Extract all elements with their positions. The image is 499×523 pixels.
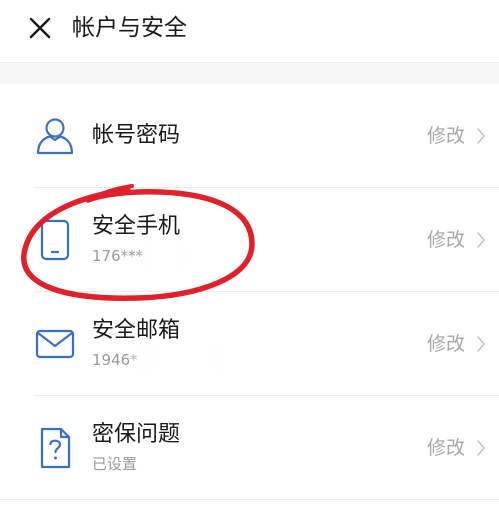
edit-link[interactable]: 修改 (427, 435, 465, 461)
settings-item-title: 安全邮箱 (92, 318, 181, 343)
section-divider (0, 63, 499, 84)
settings-item-security-email[interactable]: 安全邮箱 1946* 修改 (0, 292, 499, 396)
edit-link[interactable]: 修改 (427, 331, 465, 357)
edit-link[interactable]: 修改 (427, 227, 465, 253)
settings-item-title: 帐号密码 (92, 123, 181, 148)
settings-item-subtitle: 176*** (92, 247, 144, 265)
settings-item-security-phone[interactable]: 安全手机 176*** 修改 (0, 188, 499, 292)
account-security-page: 帐户与安全 帐号密码 修改 安全手机 176*** 修改 安全邮箱 1946* … (0, 0, 499, 523)
settings-item-title: 安全手机 (92, 214, 181, 239)
page-title: 帐户与安全 (72, 15, 187, 41)
edit-link[interactable]: 修改 (427, 123, 465, 149)
settings-item-title: 密保问题 (92, 422, 181, 447)
privacy-blur (130, 344, 236, 374)
phone-icon (40, 219, 70, 261)
top-bar: 帐户与安全 (0, 0, 499, 63)
settings-item-subtitle: 已设置 (92, 455, 138, 473)
chevron-right-icon (477, 128, 485, 144)
user-icon (36, 118, 74, 155)
settings-item-security-question[interactable]: 密保问题 已设置 修改 (0, 396, 499, 500)
question-card-icon (40, 427, 71, 469)
chevron-right-icon (477, 232, 485, 248)
close-icon[interactable] (26, 14, 54, 42)
mail-icon (35, 329, 75, 359)
security-settings-list: 帐号密码 修改 安全手机 176*** 修改 安全邮箱 1946* 修改 密保问… (0, 84, 499, 500)
chevron-right-icon (477, 336, 485, 352)
privacy-blur (140, 243, 186, 269)
chevron-right-icon (477, 440, 485, 456)
settings-item-account-password[interactable]: 帐号密码 修改 (0, 84, 499, 188)
